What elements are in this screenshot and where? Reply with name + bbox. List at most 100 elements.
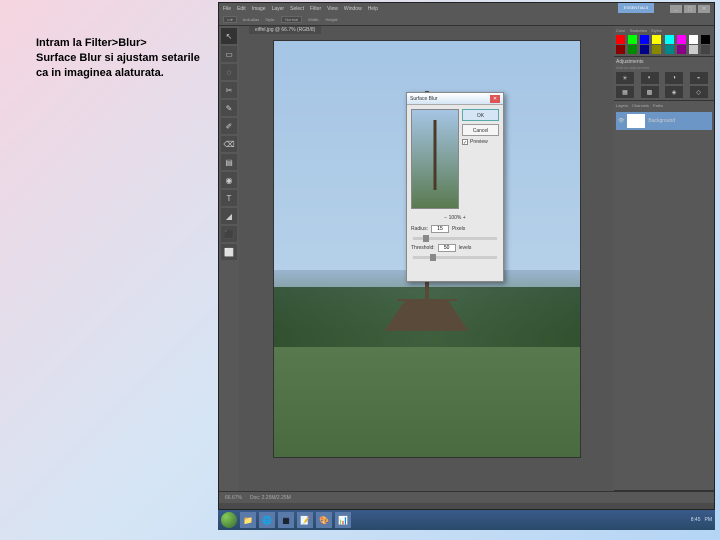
menu-file[interactable]: File <box>223 6 231 12</box>
workspace-switcher[interactable]: ESSENTIALS <box>618 3 654 13</box>
menu-filter[interactable]: Filter <box>310 6 321 12</box>
swatch[interactable] <box>689 35 698 44</box>
swatch[interactable] <box>665 35 674 44</box>
swatch[interactable] <box>628 45 637 54</box>
menu-view[interactable]: View <box>327 6 338 12</box>
statusbar: 66.67% Doc: 2.25M/2.25M <box>219 491 714 503</box>
eraser-tool[interactable]: ⌫ <box>221 136 237 152</box>
zoom-level[interactable]: 66.67% <box>225 495 242 501</box>
tab-channels[interactable]: Channels <box>632 103 649 108</box>
adj-vibrance[interactable]: ▦ <box>616 86 634 98</box>
swatch[interactable] <box>689 45 698 54</box>
dialog-title-text: Surface Blur <box>410 96 438 102</box>
threshold-unit: levels <box>459 245 472 251</box>
swatch[interactable] <box>701 35 710 44</box>
dodge-tool[interactable]: ◉ <box>221 172 237 188</box>
preview-checkbox[interactable]: ✓ Preview <box>462 139 499 145</box>
background-color[interactable]: ⬜ <box>221 244 237 260</box>
adj-curves[interactable]: ◑ <box>665 72 683 84</box>
tab-paths[interactable]: Paths <box>653 103 663 108</box>
path-tool[interactable]: ◢ <box>221 208 237 224</box>
crop-tool[interactable]: ✂ <box>221 82 237 98</box>
minimize-button[interactable]: _ <box>670 5 682 13</box>
swatch[interactable] <box>665 45 674 54</box>
move-tool[interactable]: ↖ <box>221 28 237 44</box>
radius-input[interactable] <box>431 225 449 233</box>
menu-window[interactable]: Window <box>344 6 362 12</box>
taskbar-explorer-icon[interactable]: 📁 <box>240 512 256 528</box>
taskbar-ie-icon[interactable]: 🌐 <box>259 512 275 528</box>
tab-styles[interactable]: Styles <box>651 28 662 33</box>
zoom-in-button[interactable]: + <box>463 215 466 221</box>
tab-layers[interactable]: Layers <box>616 103 628 108</box>
layer-thumbnail[interactable] <box>627 114 645 128</box>
adj-exposure[interactable]: ◒ <box>690 72 708 84</box>
lasso-tool[interactable]: ◌ <box>221 64 237 80</box>
swatch[interactable] <box>652 35 661 44</box>
adj-bw[interactable]: ◈ <box>665 86 683 98</box>
maximize-button[interactable]: ▢ <box>684 5 696 13</box>
layer-row[interactable]: 👁 Background <box>616 112 712 130</box>
brush-tool[interactable]: ✐ <box>221 118 237 134</box>
swatch[interactable] <box>652 45 661 54</box>
start-button[interactable] <box>221 512 237 528</box>
document-tab[interactable]: eiffel.jpg @ 66.7% (RGB/8) <box>249 26 321 34</box>
menu-image[interactable]: Image <box>252 6 266 12</box>
option-antialias[interactable]: Anti-alias <box>243 17 259 22</box>
visibility-icon[interactable]: 👁 <box>618 118 624 124</box>
taskbar-app-icon[interactable]: ▦ <box>278 512 294 528</box>
threshold-input[interactable] <box>438 244 456 252</box>
adjustments-panel: Adjustments Add an adjustment ☀ ◐ ◑ ◒ ▦ … <box>614 57 714 101</box>
marquee-tool[interactable]: ▭ <box>221 46 237 62</box>
zoom-out-button[interactable]: − <box>444 215 447 221</box>
cancel-button[interactable]: Cancel <box>462 124 499 136</box>
eyedropper-tool[interactable]: ✎ <box>221 100 237 116</box>
menu-select[interactable]: Select <box>290 6 304 12</box>
adj-hue[interactable]: ▩ <box>641 86 659 98</box>
adjustments-hint: Add an adjustment <box>616 65 712 70</box>
foreground-color[interactable]: ⬛ <box>221 226 237 242</box>
dialog-zoom: − 100% + <box>407 213 503 223</box>
menu-edit[interactable]: Edit <box>237 6 246 12</box>
swatch[interactable] <box>616 35 625 44</box>
adj-photo[interactable]: ◇ <box>690 86 708 98</box>
doc-size: Doc: 2.25M/2.25M <box>250 495 291 501</box>
adj-brightness[interactable]: ☀ <box>616 72 634 84</box>
option-style[interactable]: Normal <box>281 16 302 23</box>
dialog-close-button[interactable]: ✕ <box>490 95 500 103</box>
tray-date: PM <box>705 517 713 523</box>
swatch[interactable] <box>677 45 686 54</box>
menu-help[interactable]: Help <box>368 6 378 12</box>
swatch[interactable] <box>616 45 625 54</box>
radius-slider[interactable] <box>413 237 497 240</box>
instruction-text: Intram la Filter>Blur> Surface Blur si a… <box>36 36 206 81</box>
gradient-tool[interactable]: ▤ <box>221 154 237 170</box>
adj-levels[interactable]: ◐ <box>641 72 659 84</box>
swatch[interactable] <box>640 35 649 44</box>
menu-layer[interactable]: Layer <box>272 6 285 12</box>
swatch[interactable] <box>640 45 649 54</box>
option-width-label: Width: <box>308 17 319 22</box>
tab-color[interactable]: Color <box>616 28 626 33</box>
option-height-label: Height: <box>326 17 339 22</box>
taskbar-app-icon[interactable]: 📝 <box>297 512 313 528</box>
swatch[interactable] <box>677 35 686 44</box>
toolbox: ↖ ▭ ◌ ✂ ✎ ✐ ⌫ ▤ ◉ T ◢ ⬛ ⬜ <box>219 26 239 491</box>
dialog-preview[interactable] <box>411 109 459 209</box>
instruction-line1: Intram la Filter>Blur> <box>36 36 206 51</box>
dialog-titlebar[interactable]: Surface Blur ✕ <box>407 93 503 105</box>
menubar: File Edit Image Layer Select Filter View… <box>219 3 714 14</box>
type-tool[interactable]: T <box>221 190 237 206</box>
system-tray[interactable]: 8:45 PM <box>691 517 712 523</box>
close-button[interactable]: ✕ <box>698 5 710 13</box>
taskbar-app-icon[interactable]: 📊 <box>335 512 351 528</box>
tab-swatches[interactable]: Swatches <box>630 28 647 33</box>
ok-button[interactable]: OK <box>462 109 499 121</box>
window-controls: _ ▢ ✕ <box>670 5 710 13</box>
tool-preset[interactable]: ▭▾ <box>223 16 237 23</box>
swatch[interactable] <box>701 45 710 54</box>
swatch[interactable] <box>628 35 637 44</box>
taskbar-photoshop-icon[interactable]: 🎨 <box>316 512 332 528</box>
threshold-label: Threshold: <box>411 245 435 251</box>
threshold-slider[interactable] <box>413 256 497 259</box>
